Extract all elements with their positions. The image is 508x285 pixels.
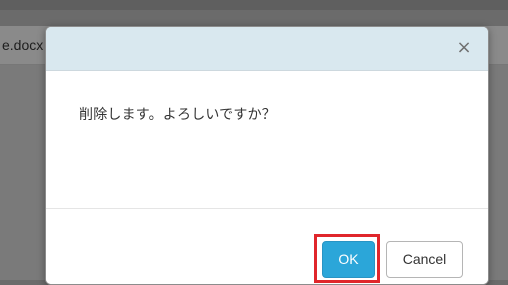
cancel-button[interactable]: Cancel (386, 241, 463, 278)
background-filename: e.docx (2, 37, 44, 53)
confirm-dialog: × 削除します。よろしいですか？ OK Cancel (45, 26, 489, 285)
background-top-strip (0, 0, 508, 10)
dialog-footer: OK Cancel (46, 208, 488, 284)
dialog-body: 削除します。よろしいですか？ (46, 71, 488, 207)
ok-button[interactable]: OK (322, 241, 375, 278)
dialog-header: × (46, 27, 488, 71)
close-icon[interactable]: × (454, 35, 474, 61)
dialog-message: 削除します。よろしいですか？ (79, 107, 276, 123)
